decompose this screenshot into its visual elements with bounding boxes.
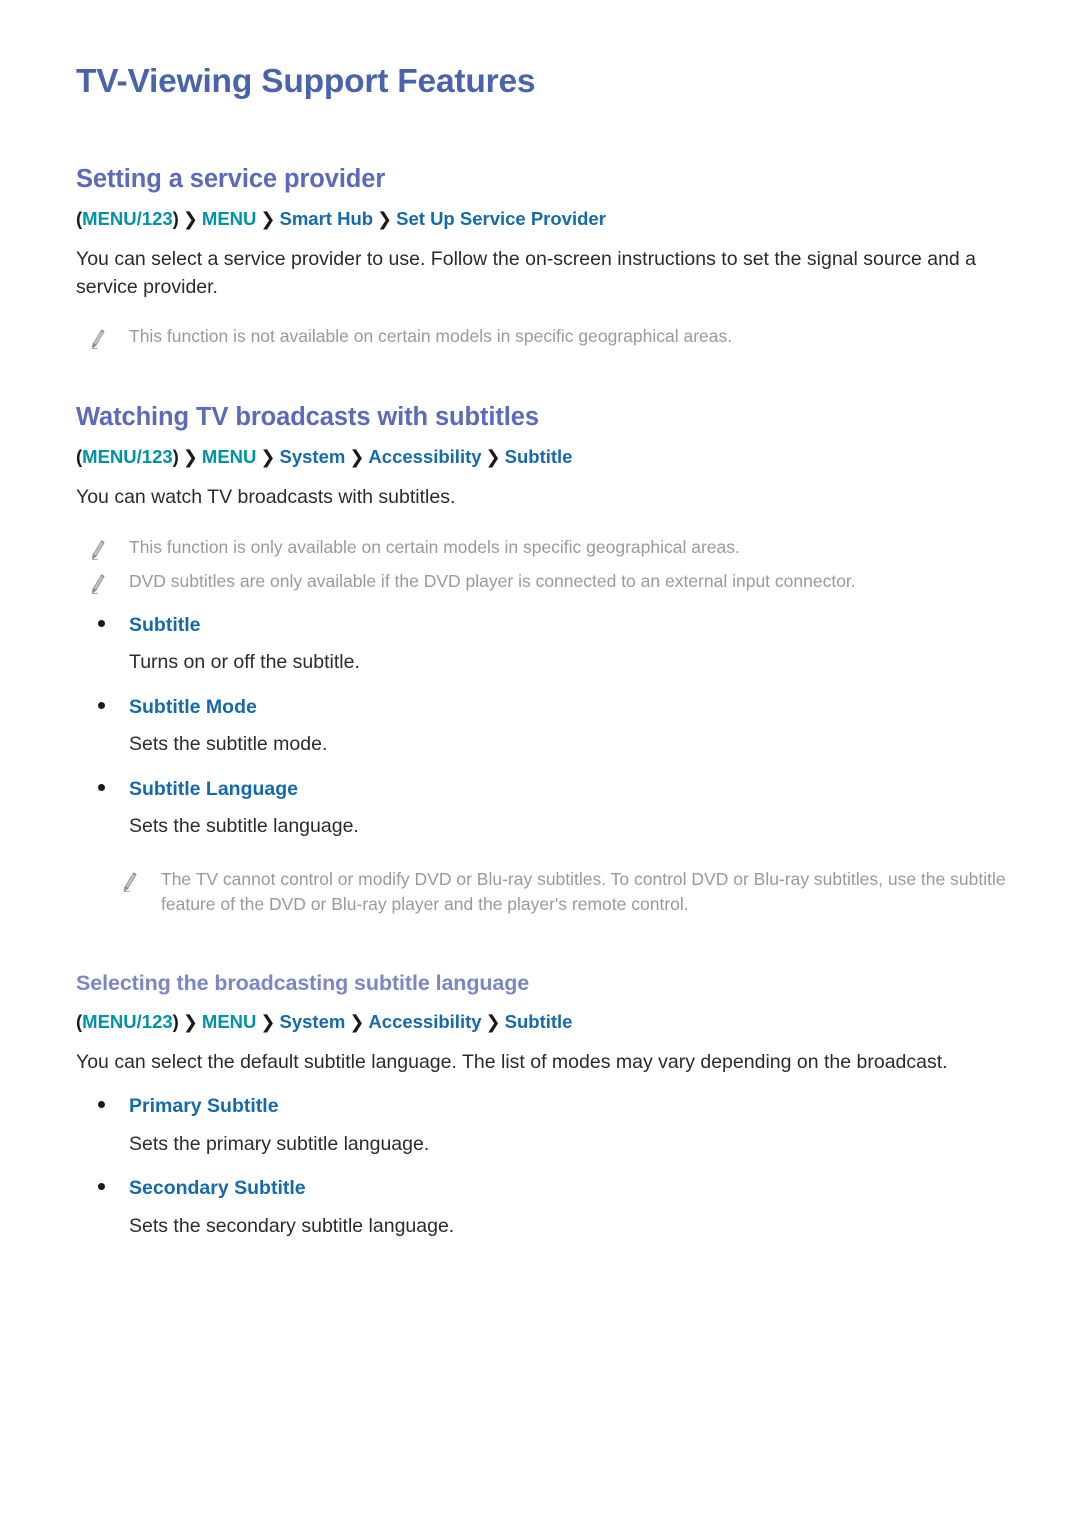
menu-path-breadcrumb: (MENU/123) ❯ MENU ❯ System ❯ Accessibility ❯ Sub… bbox=[76, 1010, 1018, 1035]
bullet-label[interactable]: Subtitle Language bbox=[129, 777, 298, 802]
paren-close: ) bbox=[172, 446, 179, 468]
menu-path-item-1[interactable]: System bbox=[280, 1011, 346, 1032]
section-setting-a-service-provider: Setting a service provider (MENU/123) ❯ ME… bbox=[76, 164, 1018, 350]
bullet-label[interactable]: Secondary Subtitle bbox=[129, 1176, 306, 1201]
menu-path-item-1[interactable]: System bbox=[280, 446, 346, 467]
note-row: This function is not available on certai… bbox=[76, 324, 1018, 350]
menu-path-item-3[interactable]: Subtitle bbox=[505, 1011, 573, 1032]
pencil-icon bbox=[91, 329, 105, 350]
note-text: The TV cannot control or modify DVD or B… bbox=[161, 869, 1006, 915]
chevron-right-icon: ❯ bbox=[182, 447, 198, 468]
section-heading: Watching TV broadcasts with subtitles bbox=[76, 403, 539, 432]
pencil-icon bbox=[91, 540, 105, 560]
list-item: Subtitle Language bbox=[76, 777, 1018, 802]
bullet-dot-icon bbox=[98, 1101, 105, 1109]
section-paragraph: You can watch TV broadcasts with subtitl… bbox=[76, 486, 456, 509]
paren-close: ) bbox=[172, 208, 179, 230]
list-item: Subtitle bbox=[76, 613, 1018, 638]
chevron-right-icon: ❯ bbox=[182, 209, 198, 230]
bullet-description: Sets the secondary subtitle language. bbox=[129, 1214, 455, 1237]
menu-key-button[interactable]: MENU/123 bbox=[82, 1011, 172, 1032]
section-heading: Setting a service provider bbox=[76, 165, 386, 194]
note-row: This function is only available on certa… bbox=[76, 535, 1018, 561]
menu-path-item-1[interactable]: Smart Hub bbox=[280, 208, 374, 229]
chevron-right-icon: ❯ bbox=[377, 209, 393, 230]
bullet-description: Sets the primary subtitle language. bbox=[129, 1132, 430, 1155]
bullet-dot-icon bbox=[98, 1183, 105, 1191]
menu-path-item-0[interactable]: MENU bbox=[202, 208, 256, 229]
note-text: This function is not available on certai… bbox=[129, 326, 733, 347]
note-row: DVD subtitles are only available if the … bbox=[76, 569, 1018, 595]
bullet-dot-icon bbox=[98, 701, 105, 709]
chevron-right-icon: ❯ bbox=[349, 1011, 365, 1032]
chevron-right-icon: ❯ bbox=[485, 1011, 501, 1032]
page-title: TV-Viewing Support Features bbox=[76, 63, 536, 100]
subsection-paragraph: You can select the default subtitle lang… bbox=[76, 1050, 948, 1073]
section-paragraph: You can select a service provider to use… bbox=[76, 248, 977, 298]
menu-path-item-2[interactable]: Accessibility bbox=[368, 1011, 481, 1032]
chevron-right-icon: ❯ bbox=[182, 1011, 198, 1032]
note-text: DVD subtitles are only available if the … bbox=[129, 570, 856, 591]
note-row: The TV cannot control or modify DVD or B… bbox=[76, 867, 1018, 918]
menu-path-item-3[interactable]: Subtitle bbox=[505, 446, 573, 467]
bullet-dot-icon bbox=[98, 784, 105, 791]
subsection-selecting-the-broadcasting-subtitle-language: Selecting the broadcasting subtitle lang… bbox=[76, 970, 1018, 1241]
list-item: Secondary Subtitle bbox=[76, 1176, 1018, 1201]
pencil-icon bbox=[123, 872, 137, 893]
subsection-heading: Selecting the broadcasting subtitle lang… bbox=[76, 970, 530, 995]
pencil-icon bbox=[91, 574, 105, 594]
chevron-right-icon: ❯ bbox=[349, 447, 365, 468]
list-item: Primary Subtitle bbox=[76, 1094, 1018, 1119]
bullet-description: Sets the subtitle language. bbox=[129, 815, 359, 838]
bullet-description: Turns on or off the subtitle. bbox=[129, 651, 360, 674]
bullet-label[interactable]: Subtitle Mode bbox=[129, 695, 257, 720]
menu-path-item-0[interactable]: MENU bbox=[202, 446, 256, 467]
bullet-dot-icon bbox=[98, 619, 105, 627]
menu-path-item-2[interactable]: Set Up Service Provider bbox=[396, 208, 606, 229]
chevron-right-icon: ❯ bbox=[260, 1011, 276, 1032]
menu-key-button[interactable]: MENU/123 bbox=[82, 208, 172, 229]
bullet-label[interactable]: Primary Subtitle bbox=[129, 1094, 279, 1119]
list-item: Subtitle Mode bbox=[76, 695, 1018, 720]
chevron-right-icon: ❯ bbox=[485, 447, 501, 468]
bullet-description: Sets the subtitle mode. bbox=[129, 733, 328, 756]
paren-close: ) bbox=[172, 1010, 179, 1032]
menu-key-button[interactable]: MENU/123 bbox=[82, 446, 172, 467]
menu-path-item-0[interactable]: MENU bbox=[202, 1011, 256, 1032]
menu-path-breadcrumb: (MENU/123) ❯ MENU ❯ System ❯ Accessibility ❯ Sub… bbox=[76, 445, 1018, 470]
menu-path-breadcrumb: (MENU/123) ❯ MENU ❯ Smart Hub ❯ Set Up Service… bbox=[76, 207, 1018, 232]
bullet-label[interactable]: Subtitle bbox=[129, 613, 201, 638]
note-text: This function is only available on certa… bbox=[129, 536, 740, 557]
document-page: TV-Viewing Support Features Setting a se… bbox=[0, 0, 1080, 1527]
chevron-right-icon: ❯ bbox=[260, 447, 276, 468]
chevron-right-icon: ❯ bbox=[260, 209, 276, 230]
menu-path-item-2[interactable]: Accessibility bbox=[368, 446, 481, 467]
section-watching-tv-broadcasts-with-subtitles: Watching TV broadcasts with subtitles (M… bbox=[76, 402, 1018, 1240]
